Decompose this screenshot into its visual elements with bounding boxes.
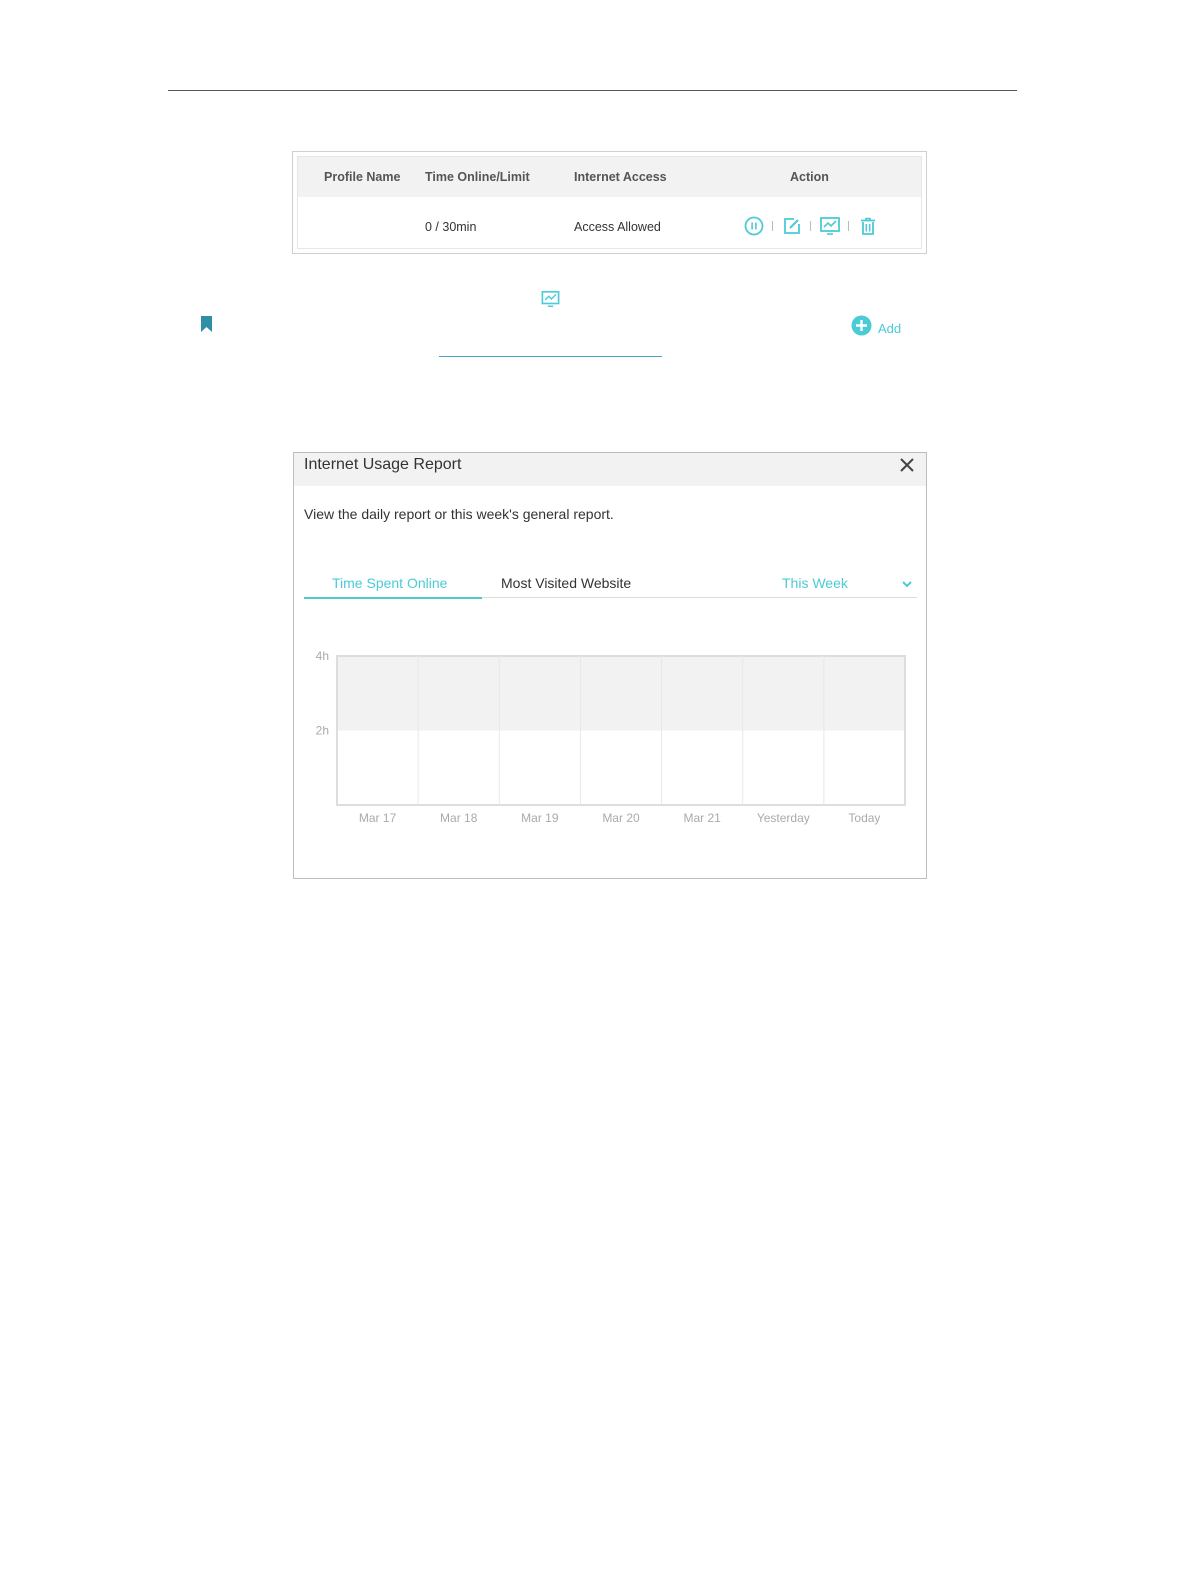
col-profile-name: Profile Name xyxy=(324,170,401,184)
profiles-table: Profile Name Time Online/Limit Internet … xyxy=(292,151,927,254)
pause-icon[interactable] xyxy=(743,215,765,237)
tab-most-visited-website[interactable]: Most Visited Website xyxy=(501,575,631,591)
hyperlink-underline xyxy=(439,356,662,357)
x-tick-label: Mar 17 xyxy=(359,811,397,825)
period-select-value: This Week xyxy=(782,575,848,591)
col-time-online-limit: Time Online/Limit xyxy=(425,170,530,184)
plus-circle-icon xyxy=(851,315,872,341)
edit-icon[interactable] xyxy=(781,215,803,237)
report-icon xyxy=(540,290,561,313)
time-spent-online-chart: 4h 2h Mar 17 Mar 18 Mar 19 Mar 20 Mar 21 Yester… xyxy=(316,649,906,825)
action-divider xyxy=(772,221,773,231)
delete-icon[interactable] xyxy=(857,215,879,237)
x-tick-label: Mar 20 xyxy=(602,811,640,825)
y-tick-label: 4h xyxy=(316,649,329,663)
x-tick-label: Today xyxy=(848,811,880,825)
x-tick-label: Mar 18 xyxy=(440,811,478,825)
limit-band xyxy=(337,656,905,731)
y-tick-label: 2h xyxy=(316,724,329,738)
time-online-cell: 0 / 30min xyxy=(425,220,477,234)
chevron-down-icon xyxy=(901,577,913,595)
x-tick-label: Mar 21 xyxy=(683,811,721,825)
add-button-label: Add xyxy=(878,320,902,336)
internet-usage-report-dialog: Internet Usage Report View the daily rep… xyxy=(293,452,927,879)
action-divider xyxy=(848,221,849,231)
tab-time-spent-online[interactable]: Time Spent Online xyxy=(332,575,447,591)
period-select[interactable]: This Week xyxy=(782,575,915,593)
dialog-title: Internet Usage Report xyxy=(304,456,462,473)
add-button[interactable]: Add xyxy=(851,315,901,341)
active-tab-indicator xyxy=(304,597,482,599)
report-icon[interactable] xyxy=(819,215,841,237)
x-tick-label: Yesterday xyxy=(757,811,810,825)
x-tick-label: Mar 19 xyxy=(521,811,559,825)
bookmark-icon xyxy=(201,316,212,337)
close-icon[interactable] xyxy=(898,456,916,474)
internet-access-cell: Access Allowed xyxy=(574,220,661,234)
col-action: Action xyxy=(790,170,829,184)
table-header: Profile Name Time Online/Limit Internet … xyxy=(298,157,921,197)
action-divider xyxy=(810,221,811,231)
dialog-description: View the daily report or this week's gen… xyxy=(304,506,614,522)
header-rule xyxy=(168,90,1017,91)
col-internet-access: Internet Access xyxy=(574,170,667,184)
dialog-header: Internet Usage Report xyxy=(294,453,926,486)
